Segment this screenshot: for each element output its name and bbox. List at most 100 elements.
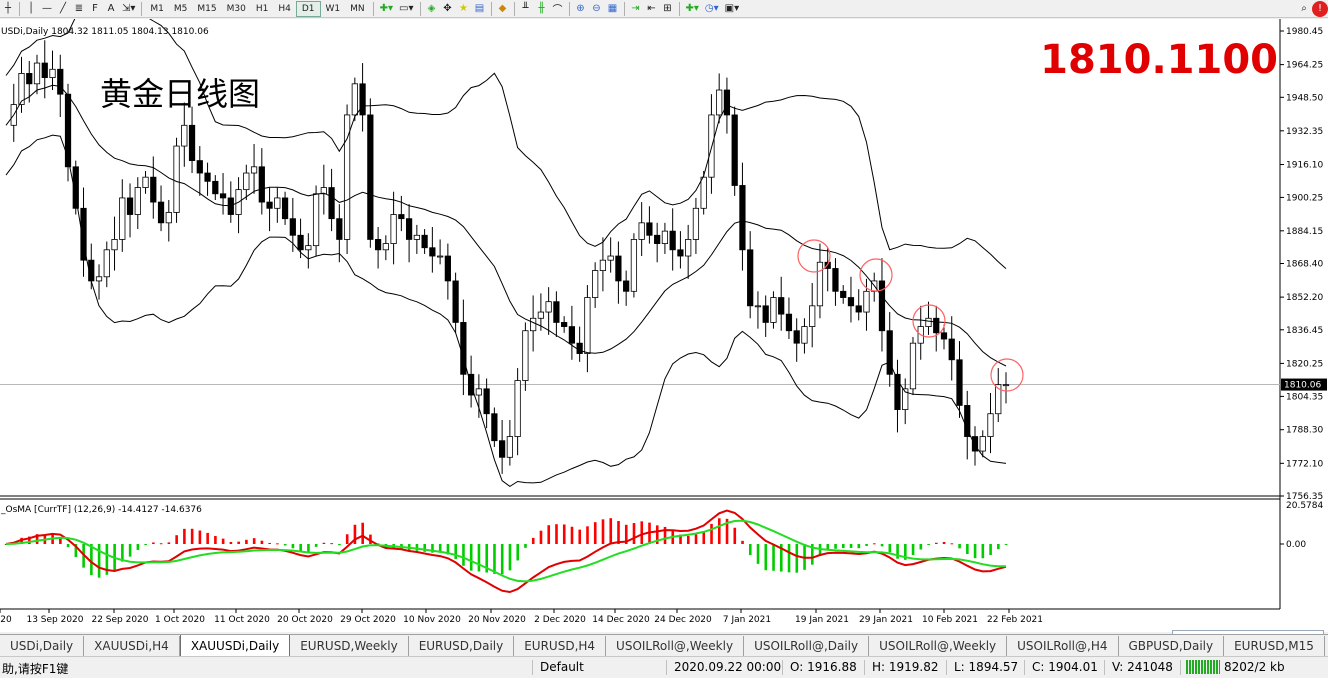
timeframe-w1[interactable]: W1	[321, 1, 346, 17]
favorites-icon[interactable]: ★	[456, 1, 472, 17]
navigator-icon[interactable]: ✥	[440, 1, 456, 17]
chart-tab[interactable]: EURUSD,H4	[514, 636, 607, 656]
period-separators-icon[interactable]: ⊞	[660, 1, 676, 17]
alerts-icon[interactable]: !	[1312, 0, 1328, 17]
channel-icon[interactable]: ≣	[71, 1, 87, 17]
price-chart[interactable]: 1980.45 1964.25 1948.50 1932.35 1916.10 1900.…	[0, 19, 1328, 632]
timeframe-h4[interactable]: H4	[273, 1, 296, 17]
autoscroll-icon[interactable]: ⇥	[628, 1, 644, 17]
date-tick-label: 19 Jan 2021	[795, 615, 849, 625]
timeframe-m1[interactable]: M1	[145, 1, 169, 17]
candle-body	[685, 239, 692, 257]
osma-axis-label: 20.5784	[1286, 501, 1323, 511]
crosshair-icon[interactable]: ┼	[0, 1, 16, 17]
candle-body	[514, 380, 521, 437]
chart-tab[interactable]: XAUUSDi,H4	[84, 636, 180, 656]
candle-body	[576, 342, 583, 354]
chart-tab[interactable]: USOILRoll@,H4	[1007, 636, 1119, 656]
line-chart-icon[interactable]: ⌒	[550, 1, 566, 17]
osma-histogram-bar	[361, 522, 364, 544]
trendline-icon[interactable]: ╱	[55, 1, 71, 17]
add-indicator-icon[interactable]: ✚▾	[683, 1, 702, 17]
chart-tab[interactable]: USOILRoll@,Weekly	[869, 636, 1008, 656]
chart-tab[interactable]: USOILRoll@,Daily	[744, 636, 870, 656]
osma-histogram-bar	[1004, 544, 1008, 545]
candle-body	[1002, 384, 1010, 387]
search-icon[interactable]: ⌕	[1296, 1, 1312, 17]
timeframe-m15[interactable]: M15	[192, 1, 221, 17]
osma-histogram-bar	[834, 544, 837, 549]
osma-histogram-bar	[958, 544, 961, 549]
osma-histogram-bar	[570, 526, 574, 544]
osma-histogram-bar	[508, 544, 512, 571]
candle-body	[692, 207, 700, 240]
tile-windows-icon[interactable]: ▦	[605, 1, 621, 17]
vertical-line-icon[interactable]: │	[23, 1, 39, 17]
toolbar-separator	[513, 1, 515, 16]
templates-icon[interactable]: ▣▾	[722, 1, 742, 17]
autotrading-icon[interactable]: ◆	[495, 1, 511, 17]
text-icon[interactable]: A	[103, 1, 119, 17]
candle-body	[863, 290, 870, 313]
timeframe-d1[interactable]: D1	[295, 0, 321, 17]
new-chart-icon[interactable]: ✚▾	[377, 1, 396, 17]
fibonacci-icon[interactable]: F	[87, 1, 103, 17]
candle-body	[669, 230, 676, 251]
indicators-icon[interactable]: ◈	[424, 1, 440, 17]
date-tick-label: 1 Oct 2020	[155, 615, 205, 625]
price-tick-label: 1868.40	[1286, 260, 1323, 270]
status-divider	[532, 660, 533, 675]
horizontal-line-icon[interactable]: —	[39, 1, 55, 17]
price-tick-label: 1932.35	[1286, 127, 1323, 137]
osma-histogram-bar	[640, 521, 644, 544]
osma-histogram-bar	[694, 534, 698, 544]
candle-body	[778, 297, 785, 315]
candle-body	[762, 305, 769, 323]
price-tick-label: 1772.10	[1286, 459, 1323, 469]
osma-histogram-bar	[950, 543, 954, 545]
chart-window[interactable]: 1980.45 1964.25 1948.50 1932.35 1916.10 1900.…	[0, 19, 1328, 650]
osma-histogram-bar	[128, 544, 132, 557]
osma-histogram-bar	[469, 544, 473, 571]
candle-body	[26, 73, 33, 85]
chart-tab[interactable]: EURUSD,Weekly	[290, 636, 409, 656]
date-tick-label: 13 Sep 2020	[26, 615, 83, 625]
timeframe-m5[interactable]: M5	[169, 1, 193, 17]
timeframe-h1[interactable]: H1	[251, 1, 274, 17]
osma-histogram-bar	[842, 544, 845, 549]
chart-tab[interactable]: EURUSD,M15	[1224, 636, 1325, 656]
candle-body	[111, 239, 118, 251]
candle-body	[646, 222, 653, 236]
osma-histogram-bar	[237, 541, 240, 544]
candle-body	[49, 68, 56, 78]
arrows-icon[interactable]: ⇲▾	[119, 1, 138, 17]
template-icon[interactable]: ▭▾	[396, 1, 416, 17]
zoom-out-icon[interactable]: ⊖	[589, 1, 605, 17]
zoom-in-icon[interactable]: ⊕	[573, 1, 589, 17]
timeframe-m30[interactable]: M30	[222, 1, 251, 17]
candle-body	[95, 276, 103, 282]
candle-body	[181, 124, 188, 147]
osma-histogram-bar	[966, 544, 969, 555]
timeframe-mn[interactable]: MN	[345, 1, 370, 17]
candle-body	[390, 214, 397, 244]
market-watch-icon[interactable]: ▤	[472, 1, 488, 17]
chart-tab[interactable]: USDi,Daily	[0, 636, 85, 656]
candle-body	[599, 259, 607, 271]
chart-tab[interactable]: EURUSD,Daily	[409, 636, 515, 656]
osma-histogram-bar	[539, 530, 543, 544]
candle-chart-icon[interactable]: ╫	[534, 1, 550, 17]
candle-body	[374, 239, 382, 251]
candle-body	[491, 413, 498, 442]
periods-icon[interactable]: ◷▾	[702, 1, 722, 17]
chart-tab[interactable]: XAUUSDi,Daily	[179, 635, 291, 656]
osma-histogram-bar	[415, 544, 419, 551]
candle-body	[57, 68, 64, 95]
chart-tab[interactable]: USOILRoll@,Weekly	[606, 636, 745, 656]
osma-histogram-bar	[314, 544, 318, 547]
chart-tab[interactable]: GBPUSD,Daily	[1119, 636, 1225, 656]
bar-chart-icon[interactable]: ╨	[518, 1, 534, 17]
candle-body	[987, 413, 994, 437]
chart-shift-icon[interactable]: ⇤	[644, 1, 660, 17]
osma-histogram-bar	[710, 523, 713, 544]
